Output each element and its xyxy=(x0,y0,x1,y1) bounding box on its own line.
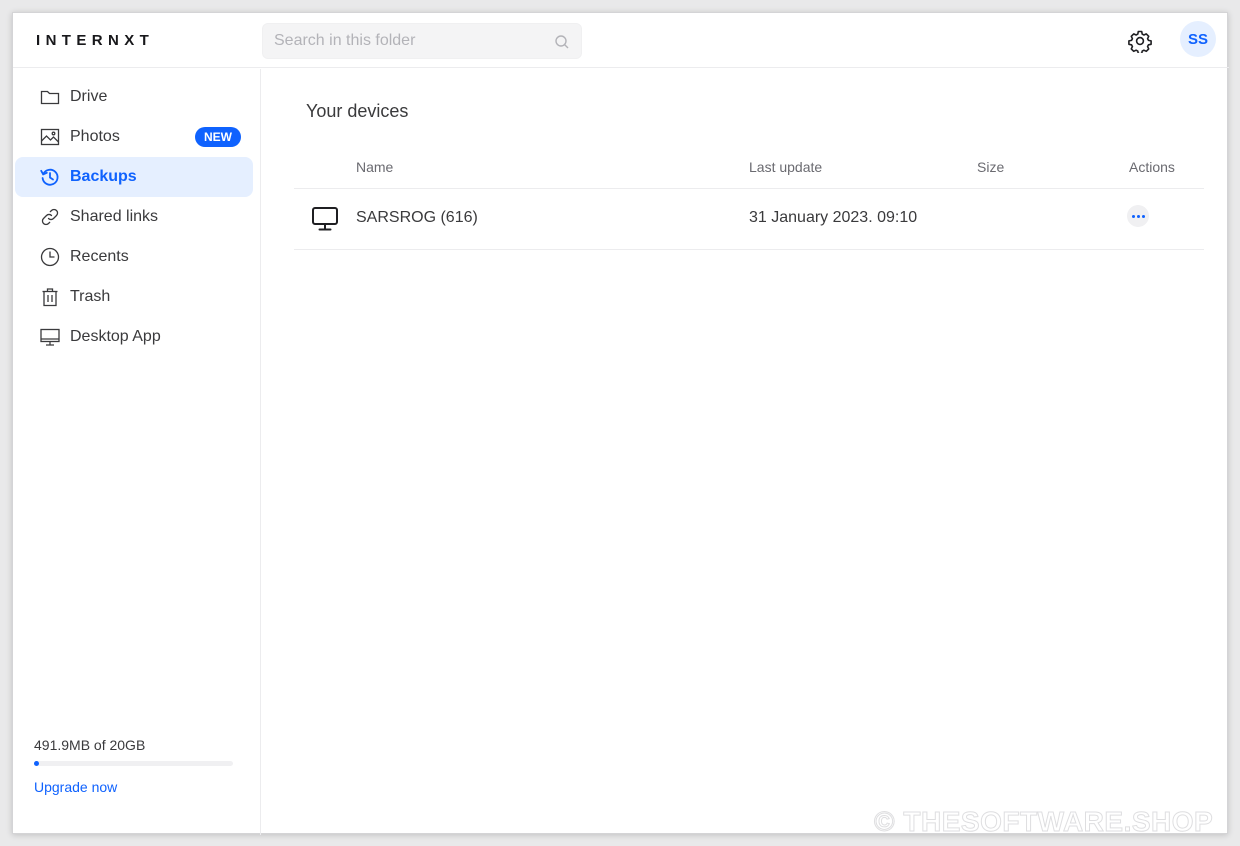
sidebar-item-backups[interactable]: Backups xyxy=(15,157,253,197)
column-header-name[interactable]: Name xyxy=(356,159,393,175)
user-avatar[interactable]: SS xyxy=(1180,21,1216,57)
sidebar-item-label: Recents xyxy=(70,248,129,265)
app-window: INTERNXT SS Drive xyxy=(12,12,1229,835)
top-bar: INTERNXT SS xyxy=(13,13,1229,68)
app-logo: INTERNXT xyxy=(36,32,155,49)
device-name[interactable]: SARSROG (616) xyxy=(356,209,478,227)
column-header-last-update[interactable]: Last update xyxy=(749,159,822,175)
sidebar-item-label: Photos xyxy=(70,128,120,145)
folder-icon xyxy=(39,86,61,108)
monitor-icon xyxy=(312,207,338,231)
search-box[interactable] xyxy=(262,23,582,59)
table-header: Name Last update Size Actions xyxy=(294,151,1204,189)
trash-icon xyxy=(39,286,61,308)
clock-icon xyxy=(39,246,61,268)
watermark: © THESOFTWARE.SHOP xyxy=(873,806,1214,838)
image-icon xyxy=(39,126,61,148)
column-header-size[interactable]: Size xyxy=(977,159,1004,175)
storage-progress-bar xyxy=(34,761,233,766)
sidebar-item-recents[interactable]: Recents xyxy=(15,237,253,277)
new-badge: NEW xyxy=(195,127,241,147)
column-header-actions: Actions xyxy=(1129,159,1175,175)
sidebar-item-shared-links[interactable]: Shared links xyxy=(15,197,253,237)
sidebar-item-label: Backups xyxy=(70,168,137,185)
gear-icon[interactable] xyxy=(1128,29,1152,53)
upgrade-now-link[interactable]: Upgrade now xyxy=(34,779,117,795)
sidebar-item-label: Trash xyxy=(70,288,111,305)
sidebar: Drive Photos NEW Backups Shared links Re… xyxy=(13,69,261,835)
sidebar-item-label: Desktop App xyxy=(70,328,161,345)
storage-progress-fill xyxy=(34,761,39,766)
sidebar-item-label: Drive xyxy=(70,88,108,105)
more-actions-icon[interactable] xyxy=(1127,205,1149,227)
history-icon xyxy=(39,166,61,188)
sidebar-item-desktop-app[interactable]: Desktop App xyxy=(15,317,253,357)
sidebar-item-photos[interactable]: Photos NEW xyxy=(15,117,253,157)
main-content: Your devices Name Last update Size Actio… xyxy=(262,69,1229,835)
devices-table: Name Last update Size Actions SARSROG (6… xyxy=(294,151,1204,250)
sidebar-nav: Drive Photos NEW Backups Shared links Re… xyxy=(15,77,253,357)
search-icon[interactable] xyxy=(554,34,570,50)
link-icon xyxy=(39,206,61,228)
search-input[interactable] xyxy=(263,24,581,58)
sidebar-item-label: Shared links xyxy=(70,208,159,225)
page-title: Your devices xyxy=(306,101,409,121)
desktop-icon xyxy=(39,326,61,348)
sidebar-item-drive[interactable]: Drive xyxy=(15,77,253,117)
sidebar-item-trash[interactable]: Trash xyxy=(15,277,253,317)
device-last-update: 31 January 2023. 09:10 xyxy=(749,209,918,226)
table-row[interactable]: SARSROG (616) 31 January 2023. 09:10 xyxy=(294,189,1204,250)
storage-usage-text: 491.9MB of 20GB xyxy=(34,737,146,753)
